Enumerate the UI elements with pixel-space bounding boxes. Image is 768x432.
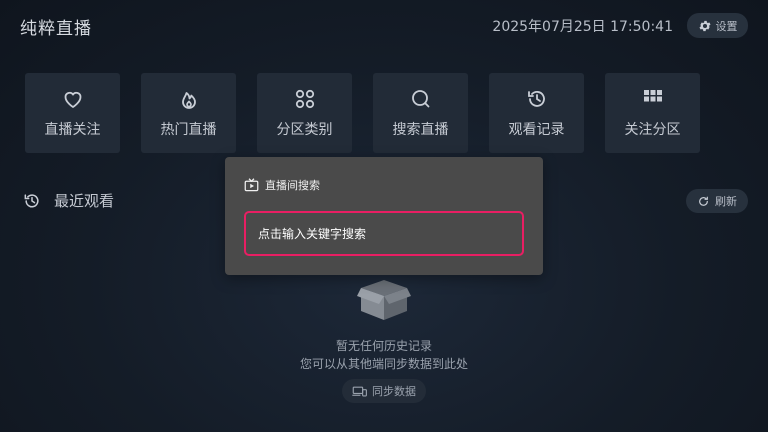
tile-search-live[interactable]: 搜索直播 [373, 73, 468, 153]
app-title: 纯粹直播 [20, 19, 92, 39]
empty-box-icon [357, 280, 411, 320]
history-icon [24, 193, 39, 207]
sync-data-button[interactable]: 同步数据 [342, 379, 426, 403]
tile-label: 观看记录 [508, 122, 565, 138]
tile-hot-live[interactable]: 热门直播 [141, 73, 236, 153]
top-bar: 纯粹直播 2025年07月25日 17:50:41 设置 [0, 0, 768, 50]
devices-sync-icon [352, 386, 367, 396]
tile-label: 热门直播 [160, 122, 217, 138]
settings-label: 设置 [715, 19, 738, 33]
sync-label: 同步数据 [372, 385, 416, 398]
apps-grid-icon [641, 87, 665, 111]
empty-hint: 您可以从其他端同步数据到此处 [299, 357, 468, 371]
live-room-search-dialog: 直播间搜索 [225, 157, 543, 275]
datetime-display: 2025年07月25日 17:50:41 [492, 19, 673, 35]
dialog-title: 直播间搜索 [265, 179, 320, 192]
refresh-button[interactable]: 刷新 [686, 189, 748, 213]
history-icon [525, 87, 549, 111]
tile-live-follow[interactable]: 直播关注 [25, 73, 120, 153]
tile-categories[interactable]: 分区类别 [257, 73, 352, 153]
tile-label: 搜索直播 [392, 122, 449, 138]
settings-button[interactable]: 设置 [687, 13, 748, 38]
gear-icon [698, 20, 711, 31]
search-keyword-input[interactable] [244, 211, 524, 256]
category-grid-icon [293, 87, 317, 111]
refresh-label: 刷新 [715, 195, 737, 208]
heart-icon [61, 87, 85, 111]
tile-label: 分区类别 [276, 122, 333, 138]
tile-label: 直播关注 [44, 122, 101, 138]
tile-label: 关注分区 [624, 122, 681, 138]
tile-watch-history[interactable]: 观看记录 [489, 73, 584, 153]
recent-section-header: 最近观看 [22, 190, 114, 211]
refresh-icon [699, 196, 708, 206]
section-title: 最近观看 [54, 192, 115, 210]
tv-icon [244, 178, 259, 192]
dialog-header: 直播间搜索 [244, 177, 320, 193]
search-icon [409, 87, 433, 111]
flame-icon [177, 87, 201, 111]
quick-nav-tiles: 直播关注 热门直播 分区类别 搜索直播 观看记录 关注分区 [25, 73, 725, 153]
empty-message: 暂无任何历史记录 [335, 339, 432, 353]
tile-followed-categories[interactable]: 关注分区 [605, 73, 700, 153]
